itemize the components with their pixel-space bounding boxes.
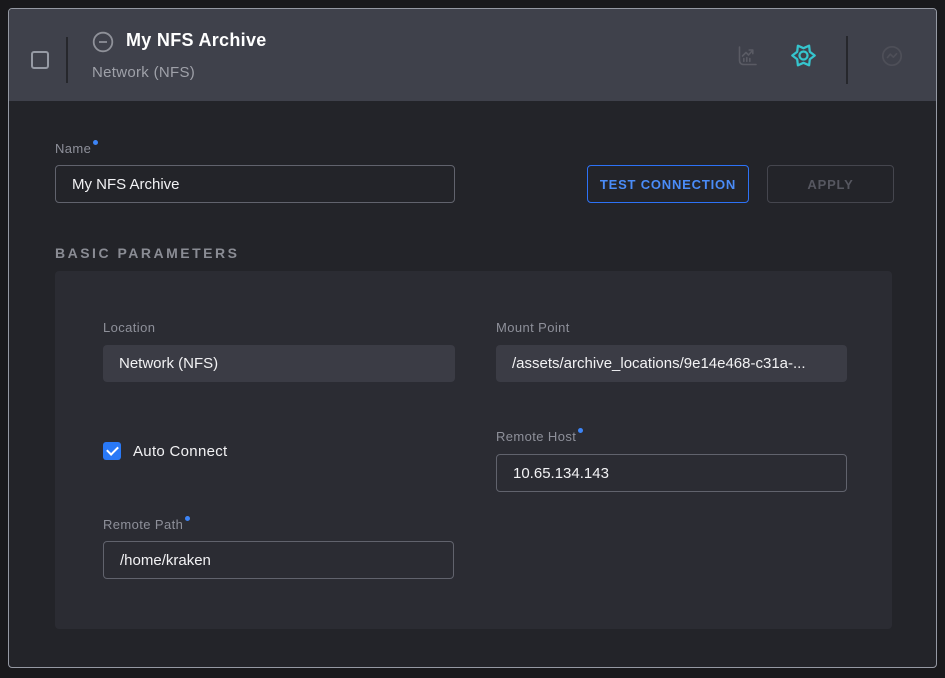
auto-connect-checkbox[interactable] [103,442,121,460]
remote-host-label: Remote Host [496,429,583,444]
required-indicator [93,140,98,145]
auto-connect-label: Auto Connect [133,443,228,460]
chart-trend-icon[interactable] [735,44,759,68]
required-indicator [578,428,583,433]
header-divider-right [846,36,848,84]
archive-card: My NFS Archive Network (NFS) [8,8,937,668]
collapse-minus-icon[interactable] [92,31,114,53]
required-indicator [185,516,190,521]
basic-parameters-panel: Location Network (NFS) Mount Point /asse… [55,271,892,629]
select-archive-checkbox[interactable] [31,51,49,69]
basic-parameters-heading: BASIC PARAMETERS [55,245,239,261]
header-divider-left [66,37,68,83]
card-header: My NFS Archive Network (NFS) [9,9,936,101]
location-field[interactable]: Network (NFS) [103,345,455,382]
mount-point-field[interactable]: /assets/archive_locations/9e14e468-c31a-… [496,345,847,382]
archive-subtitle: Network (NFS) [92,64,195,81]
remote-path-label: Remote Path [103,517,190,532]
location-label: Location [103,320,155,335]
name-input[interactable] [55,165,455,203]
remote-host-input[interactable] [496,454,847,492]
auto-connect-checkbox-row[interactable]: Auto Connect [103,441,228,461]
name-label: Name [55,141,98,156]
remote-path-input[interactable] [103,541,454,579]
activity-circle-icon[interactable] [880,44,904,68]
archive-title: My NFS Archive [126,30,267,51]
test-connection-button[interactable]: TEST CONNECTION [587,165,749,203]
mount-point-label: Mount Point [496,320,570,335]
gear-icon[interactable] [790,42,817,69]
apply-button[interactable]: APPLY [767,165,894,203]
